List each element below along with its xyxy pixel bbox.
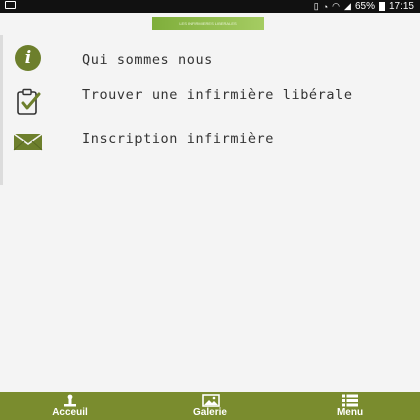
- gallery-icon: [202, 394, 220, 407]
- tab-menu-label: Menu: [336, 407, 364, 418]
- home-icon: [62, 394, 78, 407]
- menu-item-about-label: Qui sommes nous: [82, 52, 213, 68]
- status-right: ▯ ◔ ◠ ◢ 65% 17:15: [314, 0, 414, 13]
- tab-gallery[interactable]: Galerie: [170, 392, 250, 420]
- gallery-notification-icon: [5, 1, 16, 9]
- menu-item-nurse-signup[interactable]: Inscription infirmière: [0, 127, 420, 157]
- status-left: [5, 1, 16, 12]
- logo-text: LES INFIRMIERES LIBERALES: [179, 21, 237, 26]
- battery-icon: [378, 2, 385, 11]
- menu-icon: [342, 394, 358, 407]
- tab-home[interactable]: Acceuil: [30, 392, 110, 420]
- signal-icon: ◢: [344, 1, 351, 11]
- menu-item-find-nurse-label: Trouver une infirmière libérale: [82, 87, 353, 103]
- clipboard-check-icon: [12, 87, 44, 117]
- battery-percent: 65%: [354, 1, 375, 12]
- tab-gallery-label: Galerie: [193, 407, 227, 418]
- menu-item-nurse-signup-label: Inscription infirmière: [82, 131, 275, 147]
- envelope-icon: [12, 127, 44, 157]
- bottom-nav: Acceuil Galerie Menu: [0, 392, 420, 420]
- menu-item-about[interactable]: i Qui sommes nous: [0, 39, 420, 75]
- alarm-icon: ◔: [322, 1, 329, 12]
- info-icon: i: [12, 43, 44, 73]
- clock: 17:15: [388, 1, 414, 12]
- tab-menu[interactable]: Menu: [310, 392, 390, 420]
- app-logo[interactable]: LES INFIRMIERES LIBERALES: [152, 17, 264, 30]
- status-bar: ▯ ◔ ◠ ◢ 65% 17:15: [0, 0, 420, 13]
- tab-home-label: Acceuil: [52, 407, 88, 418]
- vibrate-icon: ▯: [313, 1, 319, 11]
- app-header: LES INFIRMIERES LIBERALES: [0, 13, 420, 35]
- menu-item-find-nurse[interactable]: Trouver une infirmière libérale: [0, 83, 420, 123]
- wifi-icon: ◠: [332, 1, 341, 11]
